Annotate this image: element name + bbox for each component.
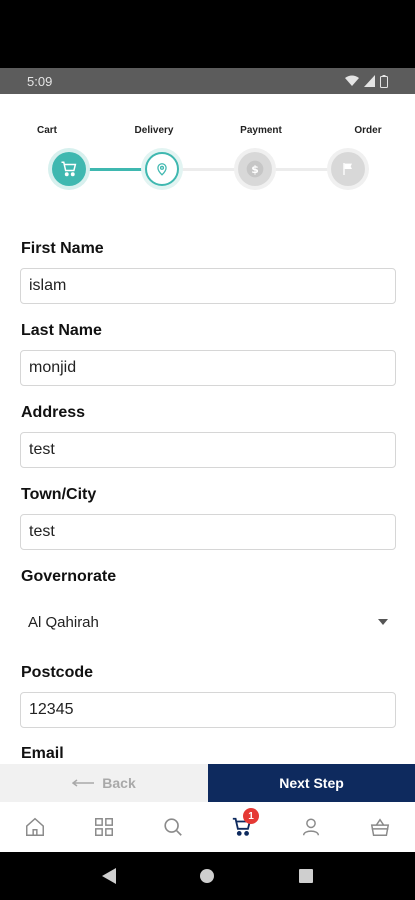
back-button[interactable]: Back <box>0 764 208 802</box>
email-label: Email <box>21 745 64 762</box>
action-bar: Back Next Step <box>0 764 415 802</box>
arrow-left-icon <box>72 779 95 787</box>
step-label-delivery: Delivery <box>134 125 174 136</box>
wifi-icon <box>345 75 359 86</box>
governorate-value: Al Qahirah <box>28 613 99 631</box>
town-city-input[interactable] <box>20 514 396 550</box>
home-circle-icon[interactable] <box>199 868 215 884</box>
nav-categories[interactable] <box>84 807 124 847</box>
step-payment[interactable]: $ <box>238 152 272 186</box>
nav-home[interactable] <box>15 807 55 847</box>
recents-square-icon[interactable] <box>299 869 314 883</box>
step-connector-1 <box>86 168 144 171</box>
last-name-input[interactable] <box>20 350 396 386</box>
last-name-label: Last Name <box>21 322 102 339</box>
nav-account[interactable] <box>291 807 331 847</box>
svg-text:$: $ <box>251 163 259 176</box>
governorate-label: Governorate <box>21 568 117 585</box>
basket-icon <box>371 818 390 836</box>
nav-basket[interactable] <box>360 807 400 847</box>
first-name-label: First Name <box>21 240 104 257</box>
dropdown-arrow-icon <box>378 619 388 625</box>
nav-cart[interactable]: 1 <box>222 807 262 847</box>
flag-icon <box>343 163 352 175</box>
town-city-label: Town/City <box>21 486 97 503</box>
android-nav-bar <box>0 852 415 900</box>
postcode-input[interactable] <box>20 692 396 728</box>
step-connector-3 <box>272 168 330 171</box>
next-step-button-label: Next Step <box>279 775 344 791</box>
account-icon <box>303 818 320 836</box>
step-label-payment: Payment <box>240 125 282 136</box>
back-triangle-icon[interactable] <box>101 868 116 884</box>
next-step-button[interactable]: Next Step <box>208 764 415 802</box>
top-black-bar <box>0 0 415 68</box>
step-cart[interactable] <box>52 152 86 186</box>
location-icon <box>157 163 167 176</box>
cart-icon <box>61 161 77 177</box>
cart-badge: 1 <box>243 808 260 824</box>
address-input[interactable] <box>20 432 396 468</box>
step-connector-2 <box>179 168 237 171</box>
nav-search[interactable] <box>153 807 193 847</box>
step-label-cart: Cart <box>36 125 58 136</box>
step-order[interactable] <box>331 152 365 186</box>
dollar-icon: $ <box>246 160 264 178</box>
status-time: 5:09 <box>27 73 53 89</box>
step-label-order: Order <box>354 125 382 136</box>
categories-icon <box>94 818 113 836</box>
back-button-label: Back <box>102 775 136 791</box>
first-name-input[interactable] <box>20 268 396 304</box>
checkout-stepper: Cart Delivery Payment Order $ <box>0 94 415 204</box>
search-icon <box>164 818 182 836</box>
status-bar: 5:09 <box>0 68 415 94</box>
step-delivery[interactable] <box>145 152 179 186</box>
governorate-select[interactable]: Al Qahirah <box>20 604 396 640</box>
signal-icon <box>364 75 375 87</box>
bottom-nav: 1 <box>0 802 415 852</box>
status-icons <box>345 74 388 88</box>
checkout-screen: Cart Delivery Payment Order $ First Name… <box>0 94 415 852</box>
postcode-label: Postcode <box>21 664 94 681</box>
home-icon <box>25 817 44 836</box>
battery-icon <box>380 74 388 88</box>
address-label: Address <box>21 404 86 421</box>
